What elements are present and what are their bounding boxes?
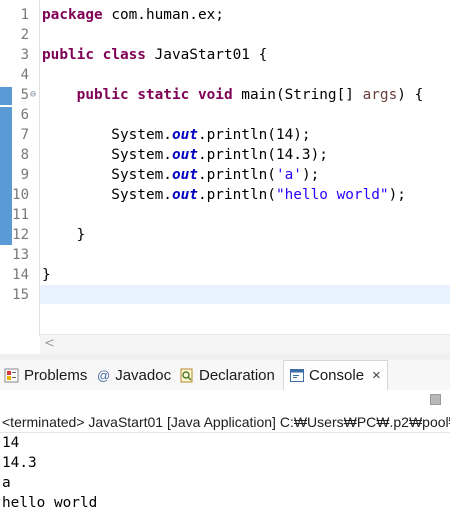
code-token: ); (301, 167, 320, 183)
code-token: .println(14.3); (197, 147, 328, 163)
line-number: 5 (20, 87, 29, 103)
line-number: 2 (20, 27, 29, 43)
line-number: 4 (20, 67, 29, 83)
line-number: 11 (12, 207, 29, 223)
code-token: main(String[] (232, 87, 363, 103)
terminate-button[interactable] (430, 394, 441, 405)
code-token: out (171, 187, 198, 203)
tab-label: Console (309, 367, 365, 384)
code-token: JavaStart01 { (145, 47, 268, 63)
code-token: .println( (197, 187, 276, 203)
code-text: System.out.println(14.3); (42, 145, 328, 165)
tab-label: Declaration (199, 366, 275, 384)
code-line[interactable]: 5 ⊖ public static void main(String[] args… (0, 85, 450, 105)
code-token: public (42, 47, 94, 63)
scroll-left-icon[interactable]: < (44, 336, 55, 351)
code-line[interactable]: 1 package com.human.ex; (0, 5, 450, 25)
code-text: public static void main(String[] args) { (42, 85, 424, 105)
output-line: a (2, 475, 11, 491)
code-token: System. (42, 127, 172, 143)
line-number: 13 (12, 247, 29, 263)
console-output[interactable]: 14 14.3 a hello world (0, 433, 450, 524)
code-token: ) { (397, 87, 424, 103)
code-token: .println(14); (197, 127, 311, 143)
console-toolbar (0, 390, 450, 410)
code-token: System. (42, 187, 172, 203)
code-line[interactable]: 9 System.out.println('a'); (0, 165, 450, 185)
view-tabbar: Problems @ Javadoc Declaration Console × (0, 360, 450, 390)
line-number: 12 (12, 227, 29, 243)
code-text: System.out.println("hello world"); (42, 185, 406, 205)
fold-toggle-icon[interactable]: ⊖ (30, 88, 36, 102)
code-line[interactable]: 8 System.out.println(14.3); (0, 145, 450, 165)
code-token: void (197, 87, 233, 103)
code-line[interactable]: 7 System.out.println(14); (0, 125, 450, 145)
tab-declaration[interactable]: Declaration (180, 360, 275, 390)
code-token: .println( (197, 167, 276, 183)
tab-problems[interactable]: Problems (4, 360, 87, 390)
line-number: 3 (20, 47, 29, 63)
code-token: ); (388, 187, 406, 203)
line-number: 14 (12, 267, 29, 283)
close-icon[interactable]: × (372, 367, 381, 384)
line-number: 6 (20, 107, 29, 123)
output-line: hello world (2, 495, 98, 511)
code-line[interactable]: 15 (0, 285, 450, 305)
code-line[interactable]: 11 (0, 205, 450, 225)
code-token: package (42, 7, 103, 23)
code-token: } (42, 267, 51, 283)
console-icon (290, 369, 304, 382)
line-number: 1 (20, 7, 29, 23)
code-token: System. (42, 167, 172, 183)
code-editor[interactable]: 1 package com.human.ex; 2 3 public class Jav… (0, 0, 450, 355)
tab-console[interactable]: Console × (283, 360, 388, 390)
code-text: System.out.println('a'); (42, 165, 319, 185)
code-text: public class JavaStart01 { (42, 45, 267, 65)
code-token: "hello world" (275, 187, 389, 203)
code-token: } (42, 227, 86, 243)
line-number: 9 (20, 167, 29, 183)
code-token: com.human.ex; (102, 7, 224, 23)
code-token: class (102, 47, 146, 63)
output-line: 14 (2, 435, 20, 451)
horizontal-scrollbar[interactable]: < (40, 334, 450, 355)
javadoc-icon: @ (97, 367, 111, 383)
code-text: } (42, 265, 51, 285)
code-line[interactable]: 6 (0, 105, 450, 125)
code-text: System.out.println(14); (42, 125, 311, 145)
code-line[interactable]: 12 } (0, 225, 450, 245)
code-line[interactable]: 10 System.out.println("hello world"); (0, 185, 450, 205)
code-line[interactable]: 14} (0, 265, 450, 285)
code-text: } (42, 225, 86, 245)
output-line: 14.3 (2, 455, 37, 471)
line-number: 10 (12, 187, 29, 203)
code-token: out (171, 127, 198, 143)
code-token: 'a' (275, 167, 302, 183)
code-token: out (171, 147, 198, 163)
line-number: 8 (20, 147, 29, 163)
code-line[interactable]: 2 (0, 25, 450, 45)
code-token: public (76, 87, 129, 103)
problems-icon (4, 368, 19, 383)
line-number: 7 (20, 127, 29, 143)
tab-javadoc[interactable]: @ Javadoc (97, 360, 171, 390)
code-token: static (137, 87, 190, 103)
line-number: 15 (12, 287, 29, 303)
console-status: <terminated> JavaStart01 [Java Applicati… (0, 411, 450, 433)
code-token: System. (42, 147, 172, 163)
code-token: out (171, 167, 198, 183)
code-line[interactable]: 4 (0, 65, 450, 85)
code-line[interactable]: 3 public class JavaStart01 { (0, 45, 450, 65)
declaration-icon (180, 368, 194, 383)
code-text: package com.human.ex; (42, 5, 224, 25)
tab-label: Problems (24, 366, 88, 384)
tab-label: Javadoc (115, 366, 172, 384)
code-line[interactable]: 13 (0, 245, 450, 265)
code-token: args (362, 87, 398, 103)
